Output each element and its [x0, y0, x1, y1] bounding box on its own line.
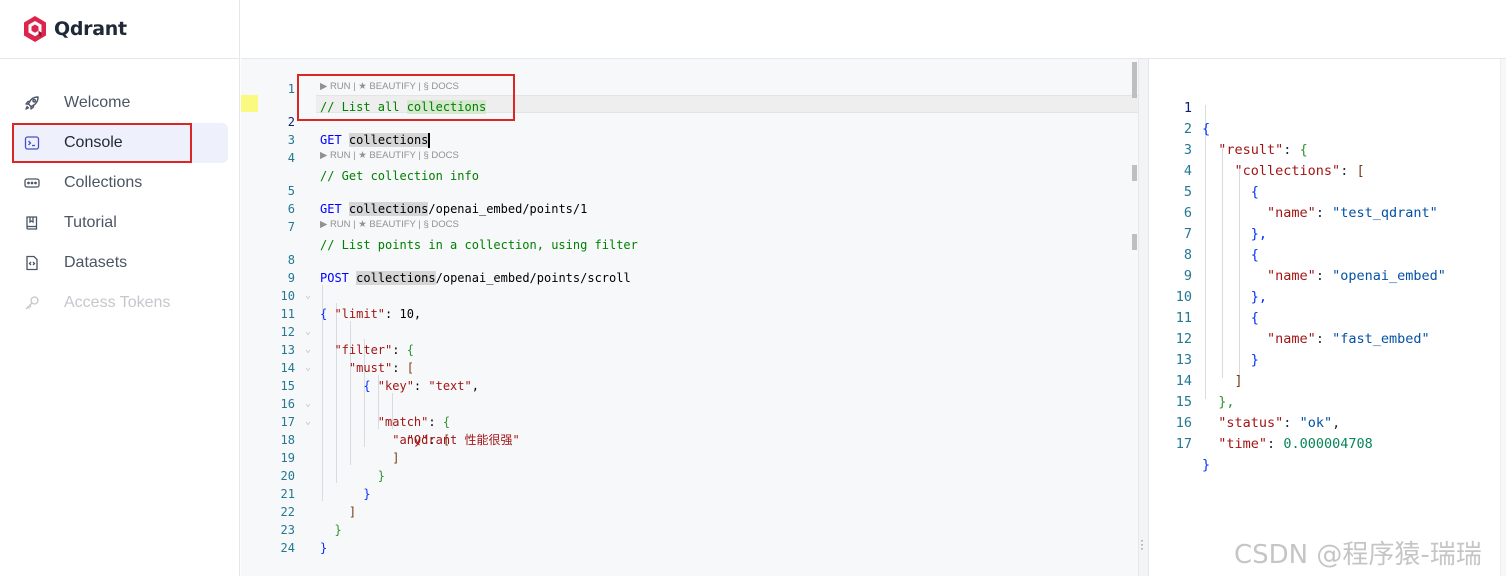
code-line: 20 } — [241, 449, 1138, 501]
code-line: 7 // List points in a collection, using … — [241, 200, 1138, 252]
sidebar-item-console[interactable]: Console — [12, 123, 228, 163]
qdrant-logo-icon — [24, 16, 46, 42]
app-name: Qdrant — [54, 18, 127, 40]
sidebar-nav: Welcome Console Collections Tutorial Dat… — [12, 83, 228, 323]
response-line: 3 "collections": [ — [1149, 119, 1506, 179]
response-line: 17 } — [1149, 413, 1506, 473]
sidebar-item-label: Tutorial — [64, 214, 117, 231]
response-text: } — [1202, 457, 1211, 473]
code-line: 8 POST collections/openai_embed/points/s… — [241, 233, 1138, 285]
code-line: 13 ⌄ { — [241, 323, 1138, 393]
code-line: 19 } — [241, 431, 1138, 483]
code-line: 11 ⌄ "filter": { — [241, 287, 1138, 357]
code-lens-actions[interactable]: ▶ RUN | ★ BEAUTIFY | § DOCS — [320, 80, 459, 94]
code-line: 6 — [241, 182, 1138, 216]
code-line: 14 "key": "text", — [241, 341, 1138, 393]
key-icon — [24, 295, 40, 311]
response-line: 8 "name": "openai_embed" — [1149, 224, 1506, 284]
editor-scrollbar-mark — [1132, 234, 1137, 250]
code-line: 16 ⌄ "any": [ — [241, 377, 1138, 447]
response-panel[interactable]: 1 { 2 "result": { 3 "collections": [ 4 {… — [1148, 59, 1506, 576]
response-line: 4 { — [1149, 140, 1506, 200]
response-line: 10 { — [1149, 266, 1506, 326]
code-lens-actions[interactable]: ▶ RUN | ★ BEAUTIFY | § DOCS — [320, 218, 459, 232]
sidebar-item-label: Access Tokens — [64, 294, 171, 311]
drag-handle-icon[interactable]: · · · — [1140, 534, 1144, 554]
sidebar-item-collections[interactable]: Collections — [12, 163, 228, 203]
response-line: 12 } — [1149, 308, 1506, 368]
response-line: 15 "status": "ok", — [1149, 371, 1506, 431]
code-line: 22 } — [241, 485, 1138, 537]
sidebar-item-welcome[interactable]: Welcome — [12, 83, 228, 123]
response-line: 13 ] — [1149, 329, 1506, 389]
sidebar-item-tutorial[interactable]: Tutorial — [12, 203, 228, 243]
brand[interactable]: Qdrant — [0, 0, 240, 59]
panel-splitter[interactable] — [1138, 59, 1148, 576]
collections-icon — [24, 175, 40, 191]
sidebar-item-label: Welcome — [64, 94, 131, 111]
response-scrollbar[interactable] — [1500, 59, 1506, 576]
response-line: 16 "time": 0.000004708 — [1149, 392, 1506, 452]
response-line: 9 }, — [1149, 245, 1506, 305]
dataset-file-icon — [24, 255, 40, 271]
code-line: 3 — [241, 113, 1138, 147]
code-line: 21 ] — [241, 467, 1138, 519]
rocket-icon — [24, 95, 40, 111]
code-line: 18 ] — [241, 413, 1138, 465]
response-line: 2 "result": { — [1149, 98, 1506, 158]
code-lens-actions[interactable]: ▶ RUN | ★ BEAUTIFY | § DOCS — [320, 149, 459, 163]
editor-scrollbar-mark — [1132, 62, 1137, 98]
code-line: 2 GET collections — [241, 95, 1138, 148]
code-line: 23 } — [241, 503, 1138, 555]
editor-scrollbar-mark — [1132, 165, 1137, 181]
code-line: 10 "limit": 10, — [241, 269, 1138, 321]
code-text: } — [320, 541, 328, 555]
top-bar — [241, 0, 1506, 59]
code-line: 4 // Get collection info — [241, 131, 1138, 183]
code-line: 12 ⌄ "must": [ — [241, 305, 1138, 375]
book-icon — [24, 215, 40, 231]
response-text: "time": 0.000004708 — [1218, 436, 1373, 452]
sidebar-item-datasets[interactable]: Datasets — [12, 243, 228, 283]
sidebar-item-access-tokens[interactable]: Access Tokens — [12, 283, 228, 323]
response-line: 5 "name": "test_qdrant" — [1149, 161, 1506, 221]
code-line: 15 ⌄ "match": { — [241, 359, 1138, 429]
sidebar: Qdrant Welcome Console Collections Tutor… — [0, 0, 240, 576]
code-editor[interactable]: 1 // List all collections ▶ RUN | ★ BEAU… — [241, 59, 1138, 576]
sidebar-item-label: Console — [64, 134, 123, 151]
sidebar-item-label: Datasets — [64, 254, 128, 271]
code-line: 17 "Qdrant 性能很强" — [241, 395, 1138, 447]
response-line: 6 }, — [1149, 182, 1506, 242]
line-number: 24 — [280, 541, 295, 555]
response-line: 7 { — [1149, 203, 1506, 263]
code-line: 9 ⌄ { — [241, 251, 1138, 321]
sidebar-item-label: Collections — [64, 174, 143, 191]
code-line: 5 GET collections/openai_embed/points/1 — [241, 164, 1138, 216]
terminal-icon — [24, 135, 40, 151]
line-number: 17 — [1175, 436, 1192, 452]
response-line: 11 "name": "fast_embed" — [1149, 287, 1506, 347]
response-line: 1 { — [1149, 77, 1506, 137]
code-line: 1 // List all collections — [241, 62, 1138, 114]
watermark: CSDN @程序猿-瑞瑞 — [1234, 540, 1482, 570]
response-line: 14 }, — [1149, 350, 1506, 410]
code-line: 24 — [241, 521, 1138, 555]
